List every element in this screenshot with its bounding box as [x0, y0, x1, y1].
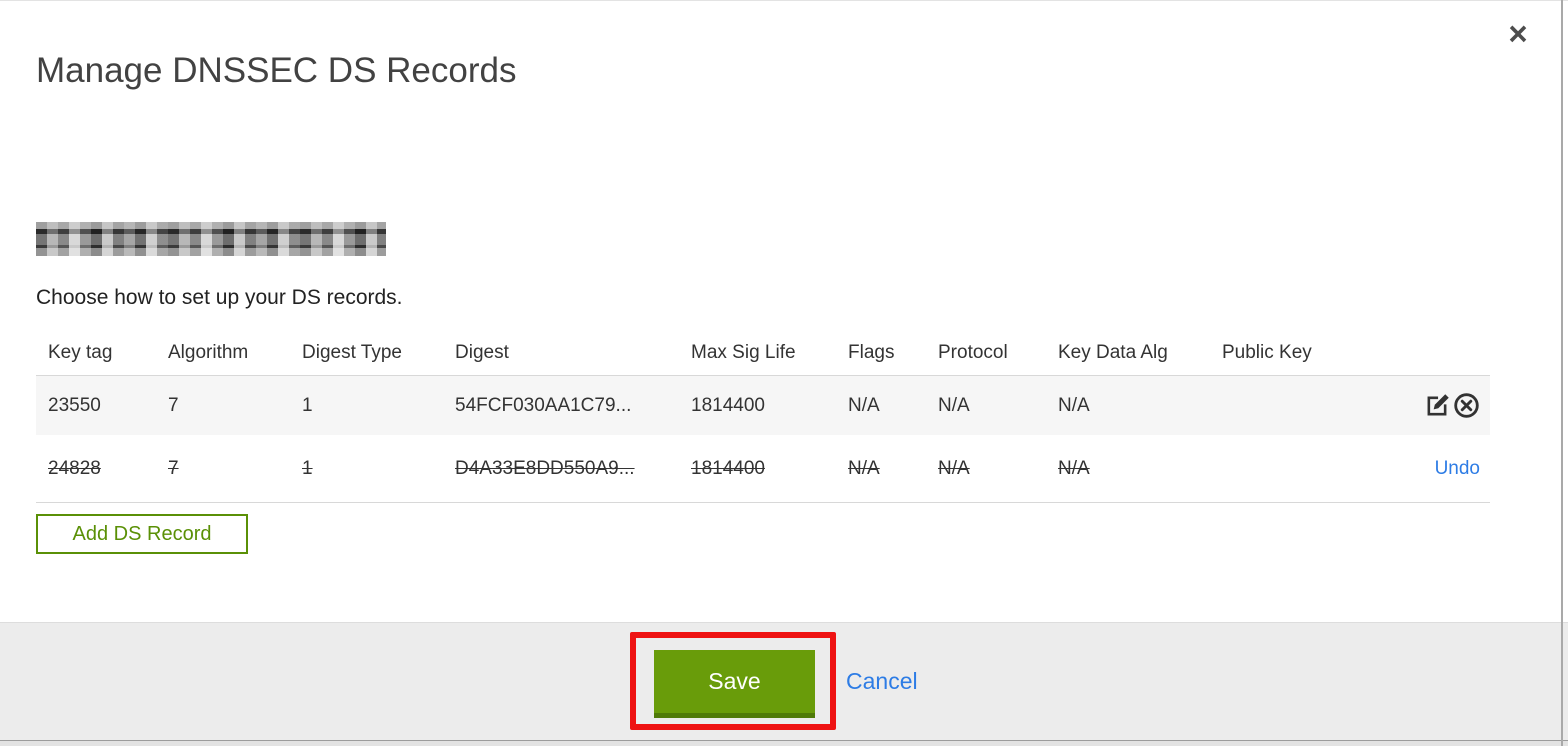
table-row: 23550 7 1 54FCF030AA1C79... 1814400 N/A …	[36, 376, 1490, 435]
subtitle-text: Choose how to set up your DS records.	[36, 286, 403, 309]
col-header-digest: Digest	[455, 341, 509, 363]
redacted-domain-name	[36, 222, 386, 256]
cell-flags: N/A	[848, 394, 880, 416]
cell-digest-type: 1	[302, 394, 313, 416]
col-header-digest-type: Digest Type	[302, 341, 402, 363]
cell-key-tag: 23550	[48, 394, 101, 416]
add-ds-record-button[interactable]: Add DS Record	[36, 514, 248, 554]
cell-digest-type: 1	[302, 457, 313, 479]
col-header-flags: Flags	[848, 341, 895, 363]
edit-icon[interactable]	[1424, 392, 1451, 419]
ds-records-table: Key tag Algorithm Digest Type Digest Max…	[36, 330, 1490, 503]
cell-algorithm: 7	[168, 457, 179, 479]
row-actions	[1408, 392, 1490, 419]
delete-icon[interactable]	[1453, 392, 1480, 419]
cell-digest: D4A33E8DD550A9...	[455, 457, 635, 479]
cell-key-data-alg: N/A	[1058, 394, 1090, 416]
window-bottom-edge	[0, 740, 1568, 746]
cell-digest: 54FCF030AA1C79...	[455, 394, 632, 416]
row-actions: Undo	[1408, 458, 1490, 480]
cell-max-sig-life: 1814400	[691, 457, 765, 479]
page-title: Manage DNSSEC DS Records	[36, 51, 517, 91]
cell-protocol: N/A	[938, 394, 970, 416]
col-header-max-sig-life: Max Sig Life	[691, 341, 796, 363]
window-top-border	[0, 0, 1568, 1]
table-row-deleted: 24828 7 1 D4A33E8DD550A9... 1814400 N/A …	[36, 435, 1490, 503]
table-header-row: Key tag Algorithm Digest Type Digest Max…	[36, 330, 1490, 376]
save-button[interactable]: Save	[654, 650, 815, 718]
cell-max-sig-life: 1814400	[691, 394, 765, 416]
col-header-algorithm: Algorithm	[168, 341, 249, 363]
col-header-key-tag: Key tag	[48, 341, 113, 363]
window-right-border	[1561, 0, 1563, 746]
cell-flags: N/A	[848, 457, 880, 479]
col-header-key-data-alg: Key Data Alg	[1058, 341, 1168, 363]
cancel-link[interactable]: Cancel	[846, 650, 918, 713]
col-header-protocol: Protocol	[938, 341, 1008, 363]
close-icon[interactable]: ×	[1500, 16, 1536, 52]
cell-key-data-alg: N/A	[1058, 457, 1090, 479]
cell-key-tag: 24828	[48, 457, 101, 479]
cell-protocol: N/A	[938, 457, 970, 479]
col-header-public-key: Public Key	[1222, 341, 1312, 363]
undo-link[interactable]: Undo	[1435, 458, 1480, 480]
cell-algorithm: 7	[168, 394, 179, 416]
